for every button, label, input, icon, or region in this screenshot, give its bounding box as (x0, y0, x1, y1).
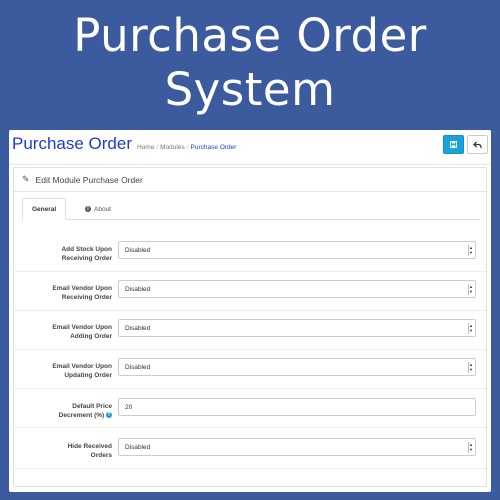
breadcrumb-home[interactable]: Home (137, 144, 154, 151)
divider (14, 388, 486, 389)
tab-bar: General i About (22, 198, 480, 220)
select-value: Disabled (125, 285, 151, 293)
back-button[interactable] (467, 135, 488, 154)
input-value: 20 (125, 403, 133, 411)
divider (14, 310, 486, 311)
field-label: Default Price Decrement (%) ? (58, 403, 112, 419)
field-label: Add Stock Upon Receiving Order (61, 246, 112, 262)
divider (14, 427, 486, 428)
field-label: Email Vendor Upon Adding Order (52, 324, 112, 340)
chevron-down-icon: ▲ ▼ (468, 245, 473, 256)
pencil-icon: ✎ (22, 174, 30, 184)
edit-module-panel: ✎ Edit Module Purchase Order General i Ab… (13, 167, 487, 487)
email-vendor-updating-select[interactable]: Disabled ▲ ▼ (118, 358, 476, 376)
breadcrumb-modules[interactable]: Modules (160, 144, 185, 151)
banner-title-line2: System (164, 63, 336, 116)
breadcrumb-current: Purchase Order (190, 144, 237, 151)
add-stock-select[interactable]: Disabled ▲ ▼ (118, 241, 476, 259)
chevron-down-icon: ▲ ▼ (468, 284, 473, 295)
tab-general[interactable]: General (22, 198, 67, 220)
save-icon (450, 141, 457, 148)
admin-window: Purchase Order Home / Modules / Purchase Ord… (9, 130, 491, 492)
chevron-down-icon: ▲ ▼ (468, 362, 473, 373)
field-label: Hide Received Orders (67, 443, 112, 459)
chevron-down-icon: ▲ ▼ (468, 442, 473, 453)
info-icon: i (85, 206, 91, 212)
reply-icon (473, 140, 482, 148)
tab-general-label: General (32, 205, 57, 213)
select-value: Disabled (125, 324, 151, 332)
save-button[interactable] (443, 135, 464, 154)
select-value: Disabled (125, 246, 151, 254)
banner: Purchase Order System (0, 0, 500, 125)
email-vendor-receiving-select[interactable]: Disabled ▲ ▼ (118, 280, 476, 298)
email-vendor-adding-select[interactable]: Disabled ▲ ▼ (118, 319, 476, 337)
page-header: Purchase Order Home / Modules / Purchase Ord… (9, 130, 491, 165)
field-label: Email Vendor Upon Updating Order (52, 363, 112, 379)
banner-title-line1: Purchase Order (73, 9, 427, 62)
divider (14, 349, 486, 350)
tab-about[interactable]: i About (76, 198, 120, 220)
field-label: Email Vendor Upon Receiving Order (52, 285, 112, 301)
default-price-decrement-input[interactable]: 20 (118, 398, 476, 416)
tab-about-label: About (94, 205, 111, 213)
panel-title: Edit Module Purchase Order (35, 174, 143, 185)
page-title: Purchase Order (12, 134, 132, 153)
select-value: Disabled (125, 443, 151, 451)
divider (14, 271, 486, 272)
panel-heading: ✎ Edit Module Purchase Order (14, 168, 486, 192)
question-icon[interactable]: ? (106, 412, 112, 419)
chevron-down-icon: ▲ ▼ (468, 323, 473, 334)
hide-received-orders-select[interactable]: Disabled ▲ ▼ (118, 438, 476, 456)
select-value: Disabled (125, 363, 151, 371)
divider (14, 468, 486, 469)
breadcrumb: Home / Modules / Purchase Order (137, 144, 237, 151)
